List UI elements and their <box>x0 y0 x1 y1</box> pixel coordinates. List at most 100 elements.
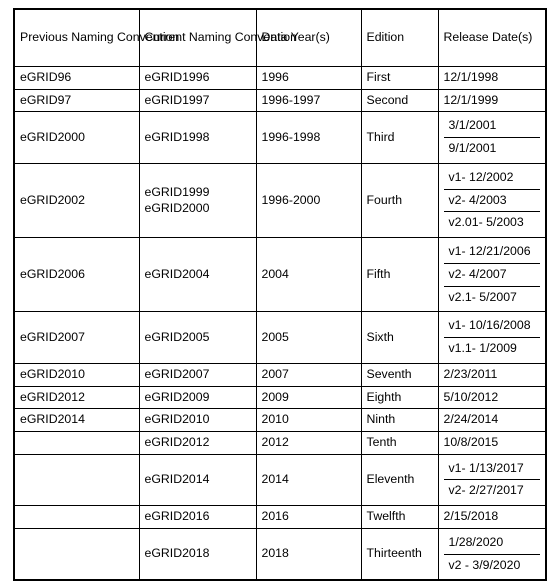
cell-release-dates: v1- 12/21/2006 v2- 4/2007 v2.1- 5/2007 <box>437 237 547 313</box>
table-row: eGRID2007 eGRID2005 2005 Sixth v1- 10/16/200… <box>13 311 547 364</box>
cell-release-dates: 2/23/2011 <box>437 362 547 387</box>
cell-previous-naming-convention: eGRID2014 <box>13 408 140 433</box>
column-header-previous-naming-convention: Previous Naming Convention <box>13 8 179 67</box>
column-header-release-dates: Release Date(s) <box>437 8 547 67</box>
cell-previous-naming-convention: eGRID2006 <box>13 237 140 313</box>
cell-previous-naming-convention: eGRID2012 <box>13 385 140 410</box>
column-header-current-naming-convention: Current Naming Convention <box>138 8 297 67</box>
cell-data-years: 1996 <box>255 66 362 90</box>
cell-edition: Twelfth <box>360 505 439 529</box>
cell-data-years: 2014 <box>255 453 362 507</box>
cell-current-naming-convention: eGRID1999 eGRID2000 <box>138 162 257 239</box>
cell-release-dates: 3/1/2001 9/1/2001 <box>437 111 547 164</box>
cell-release-dates: v1- 1/13/2017 v2- 2/27/2017 <box>437 453 547 507</box>
release-date-entry: v2- 2/27/2017 <box>448 483 524 498</box>
table-row: eGRID2016 2016 Twelfth 2/15/2018 <box>13 505 547 529</box>
cell-previous-naming-convention: eGRID2007 <box>13 311 140 364</box>
cell-data-years: 1996-1997 <box>255 88 362 113</box>
release-date-entry: 3/1/2001 <box>443 115 540 139</box>
cell-current-naming-convention: eGRID2005 <box>138 311 257 364</box>
cell-current-naming-convention: eGRID2009 <box>138 385 257 410</box>
cell-previous-naming-convention: eGRID96 <box>13 66 140 90</box>
cell-current-naming-convention: eGRID2018 <box>138 527 257 581</box>
cell-previous-naming-convention: eGRID2010 <box>13 362 140 387</box>
cell-data-years: 2016 <box>255 505 362 529</box>
table-row: eGRID2000 eGRID1998 1996-1998 Third 3/1/2001… <box>13 111 547 164</box>
cell-edition: Ninth <box>360 408 439 433</box>
cell-current-naming-convention: eGRID2016 <box>138 505 257 529</box>
cell-current-naming-convention: eGRID2004 <box>138 237 257 313</box>
table-row: eGRID2006 eGRID2004 2004 Fifth v1- 12/21/200… <box>13 237 547 313</box>
cell-edition: Sixth <box>360 311 439 364</box>
release-date-entry: v1- 1/13/2017 <box>443 458 540 481</box>
column-header-edition: Edition <box>360 8 439 67</box>
cell-previous-naming-convention <box>13 527 140 581</box>
release-date-entry: v2- 4/2003 <box>443 190 540 213</box>
cell-release-dates: 2/15/2018 <box>437 505 547 529</box>
cell-previous-naming-convention <box>13 505 140 529</box>
release-date-entry: 1/28/2020 <box>443 532 540 555</box>
cell-data-years: 2009 <box>255 385 362 410</box>
release-date-entry: 9/1/2001 <box>448 141 497 156</box>
egrid-release-table: Previous Naming Convention Current Namin… <box>13 8 547 581</box>
cell-edition: Third <box>360 111 439 164</box>
table-row: eGRID2014 2014 Eleventh v1- 1/13/2017 v2- 2/… <box>13 453 547 507</box>
header-row: Previous Naming Convention Current Namin… <box>13 8 547 67</box>
table-row: eGRID96 eGRID1996 1996 First 12/1/1998 <box>13 66 547 90</box>
cell-data-years: 2005 <box>255 311 362 364</box>
cell-release-dates: 12/1/1999 <box>437 88 547 113</box>
cell-current-naming-convention: eGRID1998 <box>138 111 257 164</box>
cell-edition: Tenth <box>360 431 439 455</box>
cell-current-naming-convention: eGRID2010 <box>138 408 257 433</box>
cell-current-naming-convention: eGRID1997 <box>138 88 257 113</box>
cell-release-dates: 1/28/2020 v2 - 3/9/2020 <box>437 527 547 581</box>
cell-edition: Fifth <box>360 237 439 313</box>
table-canvas: Previous Naming Convention Current Namin… <box>0 0 559 581</box>
cell-current-naming-line: eGRID2000 <box>144 200 210 215</box>
release-date-entry: v2 - 3/9/2020 <box>448 557 521 572</box>
cell-release-dates: 12/1/1998 <box>437 66 547 90</box>
cell-current-naming-convention: eGRID2012 <box>138 431 257 455</box>
cell-previous-naming-convention <box>13 431 140 455</box>
cell-edition: Eighth <box>360 385 439 410</box>
table-header: Previous Naming Convention Current Namin… <box>13 8 547 67</box>
release-date-entry: v1.1- 1/2009 <box>448 341 517 356</box>
table-row: eGRID2012 eGRID2009 2009 Eighth 5/10/2012 <box>13 385 547 410</box>
cell-edition: Fourth <box>360 162 439 239</box>
cell-current-naming-convention: eGRID1996 <box>138 66 257 90</box>
cell-current-naming-convention: eGRID2007 <box>138 362 257 387</box>
table-row: eGRID2014 eGRID2010 2010 Ninth 2/24/2014 <box>13 408 547 433</box>
release-date-entry: v2.01- 5/2003 <box>448 215 524 230</box>
cell-current-naming-convention: eGRID2014 <box>138 453 257 507</box>
cell-release-dates: v1- 12/2002 v2- 4/2003 v2.01- 5/2003 <box>437 162 547 239</box>
release-date-entry: v1- 10/16/2008 <box>443 315 540 339</box>
cell-data-years: 2004 <box>255 237 362 313</box>
release-date-entry: v1- 12/2002 <box>443 167 540 190</box>
cell-previous-naming-convention: eGRID97 <box>13 88 140 113</box>
cell-data-years: 1996-1998 <box>255 111 362 164</box>
cell-edition: Thirteenth <box>360 527 439 581</box>
cell-data-years: 2012 <box>255 431 362 455</box>
table-row: eGRID97 eGRID1997 1996-1997 Second 12/1/1999 <box>13 88 547 113</box>
table-row: eGRID2012 2012 Tenth 10/8/2015 <box>13 431 547 455</box>
cell-previous-naming-convention <box>13 453 140 507</box>
cell-data-years: 1996-2000 <box>255 162 362 239</box>
cell-release-dates: 2/24/2014 <box>437 408 547 433</box>
cell-current-naming-line: eGRID1999 <box>144 184 210 199</box>
cell-edition: Second <box>360 88 439 113</box>
cell-data-years: 2018 <box>255 527 362 581</box>
cell-previous-naming-convention: eGRID2000 <box>13 111 140 164</box>
cell-edition: Eleventh <box>360 453 439 507</box>
release-date-entry: v1- 12/21/2006 <box>443 241 540 264</box>
table-body: eGRID96 eGRID1996 1996 First 12/1/1998 eGRID9… <box>13 66 547 581</box>
table-row: eGRID2002 eGRID1999 eGRID2000 1996-2000 Four… <box>13 162 547 239</box>
release-date-entry: v2.1- 5/2007 <box>448 289 517 304</box>
table-row: eGRID2010 eGRID2007 2007 Seventh 2/23/2011 <box>13 362 547 387</box>
cell-previous-naming-convention: eGRID2002 <box>13 162 140 239</box>
cell-data-years: 2010 <box>255 408 362 433</box>
release-date-entry: v2- 4/2007 <box>443 264 540 287</box>
cell-edition: First <box>360 66 439 90</box>
cell-release-dates: v1- 10/16/2008 v1.1- 1/2009 <box>437 311 547 364</box>
cell-data-years: 2007 <box>255 362 362 387</box>
cell-release-dates: 5/10/2012 <box>437 385 547 410</box>
